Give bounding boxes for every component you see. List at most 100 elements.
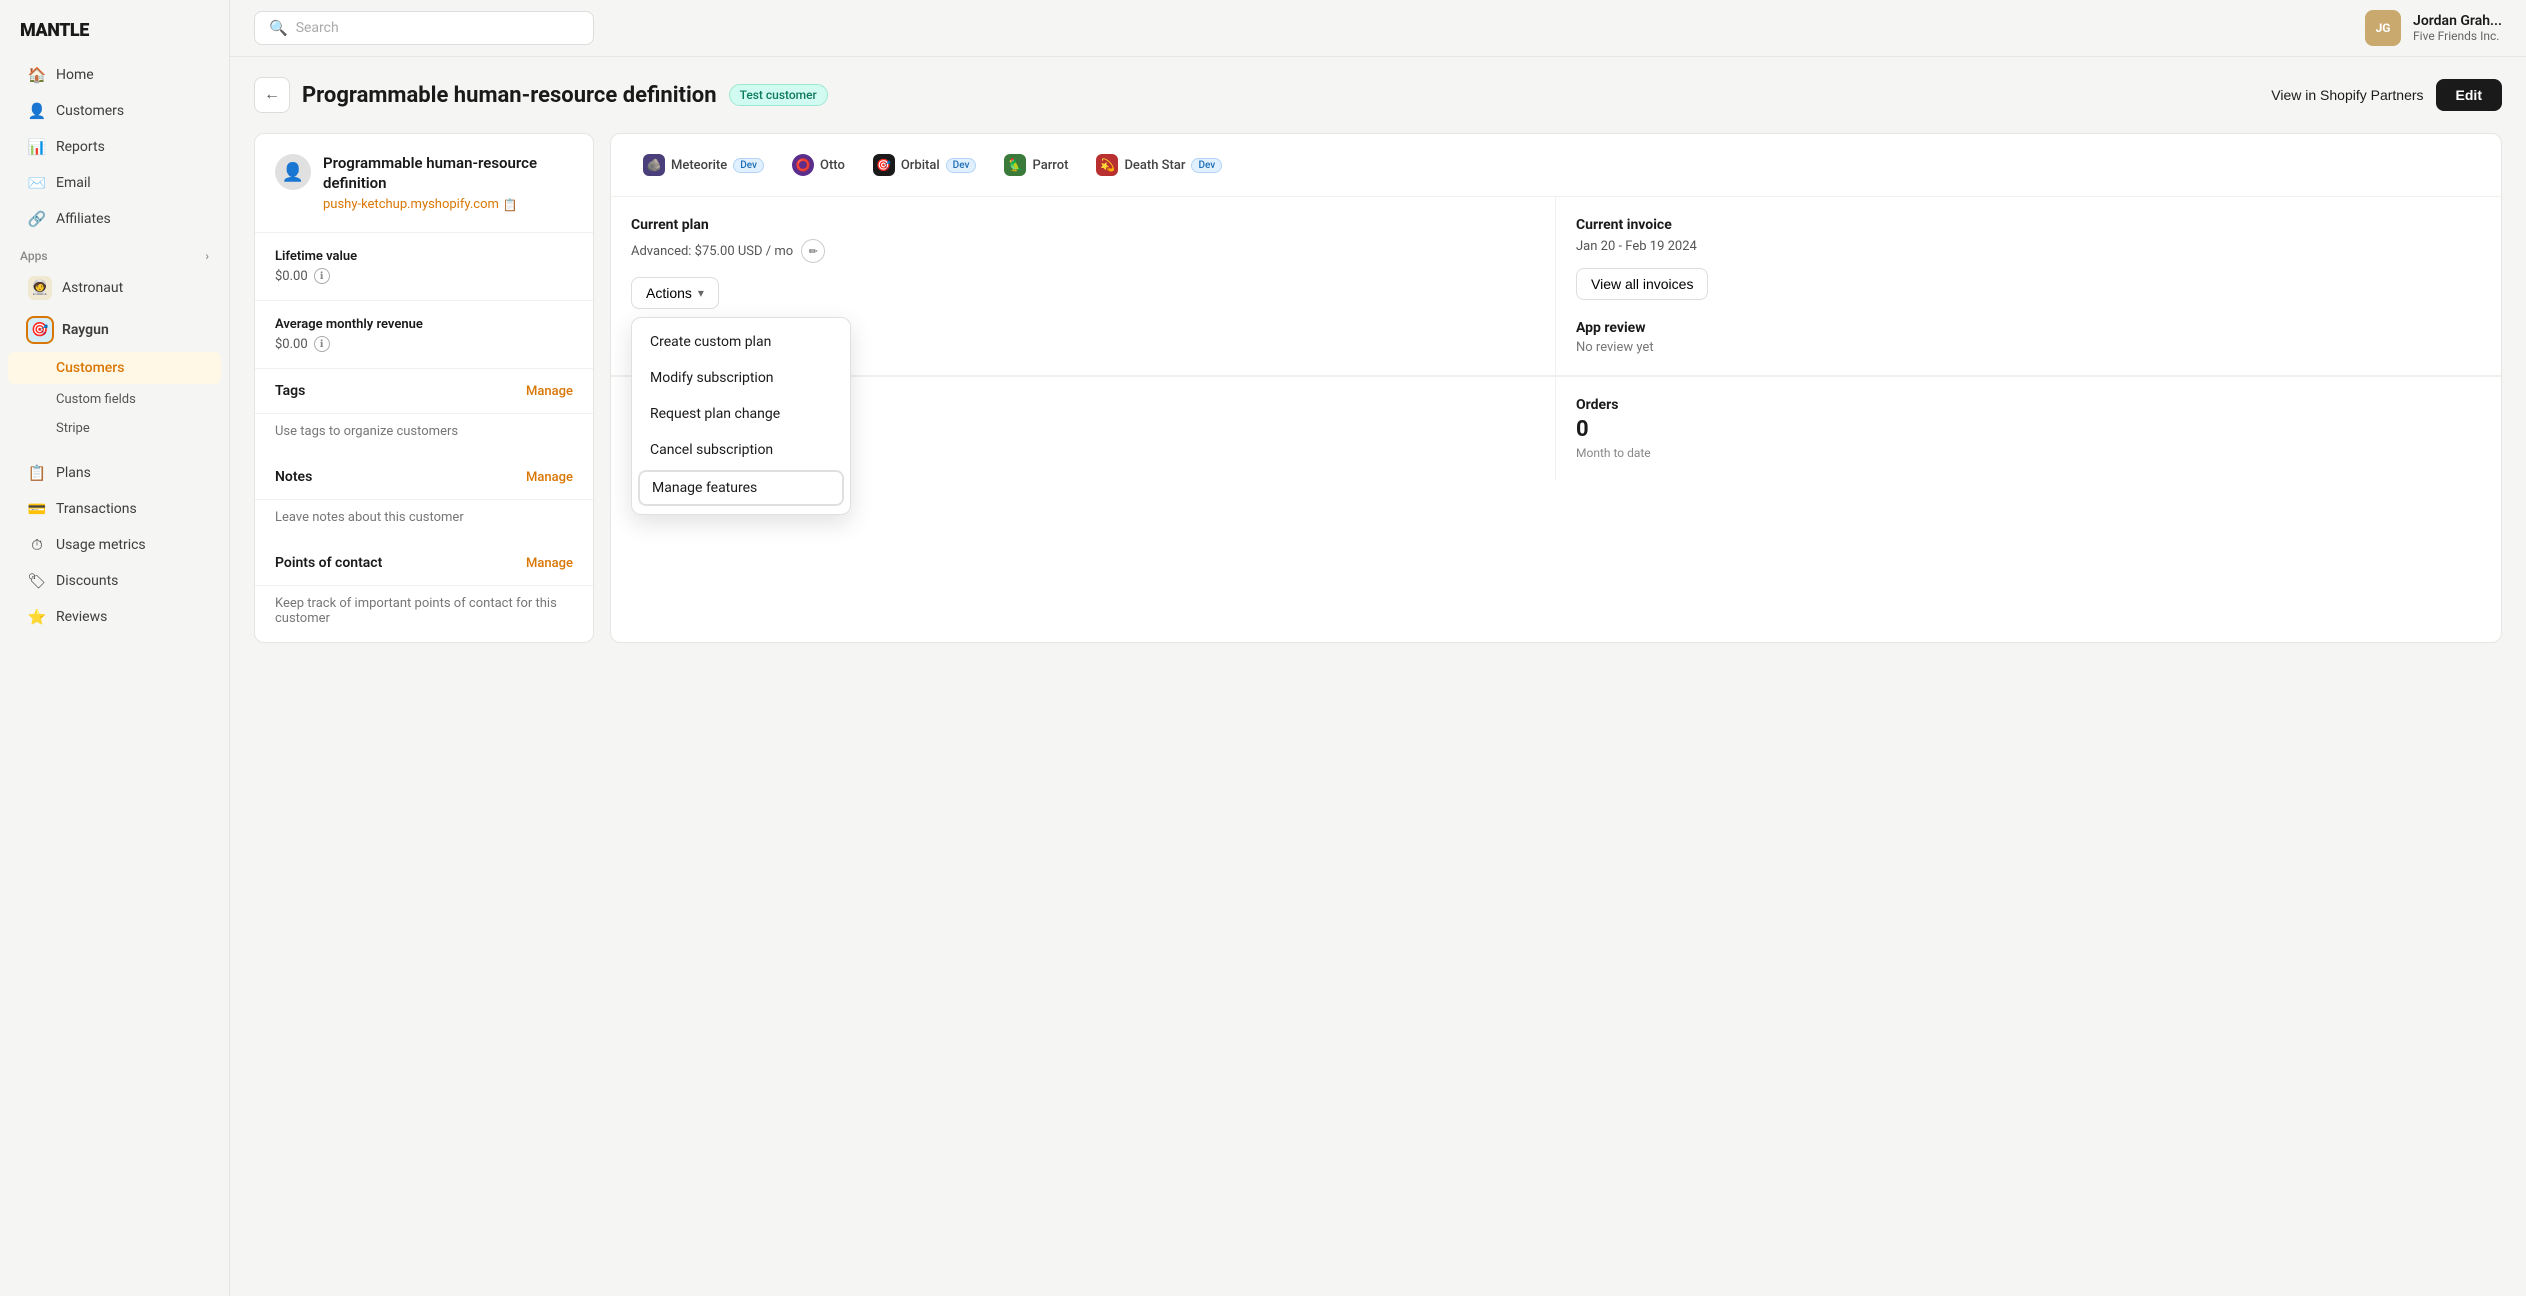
test-customer-badge: Test customer	[729, 84, 828, 106]
sidebar-home-label: Home	[56, 67, 94, 83]
plan-actions: Actions ▾ Create custom plan Modify subs…	[631, 277, 1535, 309]
otto-tab-icon: ⭕	[792, 154, 814, 176]
lifetime-value-section: Lifetime value $0.00 ℹ	[255, 233, 593, 301]
meteorite-badge: Dev	[733, 158, 764, 173]
customers-icon: 👤	[28, 102, 46, 120]
search-icon: 🔍	[269, 19, 288, 37]
sidebar-item-reviews[interactable]: ⭐ Reviews	[8, 600, 221, 634]
page-title: Programmable human-resource definition	[302, 83, 717, 108]
sidebar-item-reports[interactable]: 📊 Reports	[8, 130, 221, 164]
sidebar-item-customers-active[interactable]: Customers	[8, 352, 221, 384]
dropdown-request-change[interactable]: Request plan change	[632, 396, 850, 432]
sidebar-email-label: Email	[56, 175, 91, 191]
main-area: 🔍 Search JG Jordan Grah... Five Friends …	[230, 0, 2526, 1296]
meteorite-tab-label: Meteorite	[671, 158, 727, 173]
parrot-tab-icon: 🦜	[1004, 154, 1026, 176]
sidebar-item-custom-fields[interactable]: Custom fields	[8, 386, 221, 413]
avatar: JG	[2365, 10, 2401, 46]
sidebar-item-usage-metrics[interactable]: ⏱ Usage metrics	[8, 528, 221, 562]
page-header: ← Programmable human-resource definition…	[254, 77, 2502, 113]
sidebar-item-plans[interactable]: 📋 Plans	[8, 456, 221, 490]
notes-label: Notes	[275, 469, 312, 485]
plans-icon: 📋	[28, 464, 46, 482]
tab-meteorite[interactable]: 🪨 Meteorite Dev	[631, 148, 776, 182]
search-box[interactable]: 🔍 Search	[254, 11, 594, 45]
deathstar-badge: Dev	[1191, 158, 1222, 173]
edit-button[interactable]: Edit	[2436, 79, 2502, 111]
tags-label: Tags	[275, 383, 305, 399]
orders-metric: Orders 0 Month to date	[1556, 377, 2501, 480]
otto-tab-label: Otto	[820, 158, 845, 173]
usage-metrics-icon: ⏱	[28, 536, 46, 554]
actions-chevron-icon: ▾	[698, 286, 704, 300]
invoice-date-range: Jan 20 - Feb 19 2024	[1576, 239, 2481, 254]
actions-button[interactable]: Actions ▾	[631, 277, 719, 309]
parrot-tab-label: Parrot	[1032, 158, 1068, 173]
reports-icon: 📊	[28, 138, 46, 156]
app-tabs: 🪨 Meteorite Dev ⭕ Otto 🎯 Orbital Dev	[611, 134, 2501, 197]
sidebar-item-stripe[interactable]: Stripe	[8, 415, 221, 442]
deathstar-tab-icon: 💫	[1096, 154, 1118, 176]
tab-parrot[interactable]: 🦜 Parrot	[992, 148, 1080, 182]
deathstar-tab-label: Death Star	[1124, 158, 1185, 173]
email-icon: ✉️	[28, 174, 46, 192]
dropdown-create-custom[interactable]: Create custom plan	[632, 324, 850, 360]
app-review-container: App review No review yet	[1576, 320, 2481, 355]
stripe-label: Stripe	[56, 421, 90, 436]
copy-icon: 📋	[503, 198, 518, 212]
notes-body: Leave notes about this customer	[255, 500, 593, 541]
orders-label: Orders	[1576, 397, 2481, 413]
sidebar-item-affiliates[interactable]: 🔗 Affiliates	[8, 202, 221, 236]
view-all-invoices-button[interactable]: View all invoices	[1576, 268, 1708, 300]
sidebar-item-customers-top[interactable]: 👤 Customers	[8, 94, 221, 128]
metrics-grid: Revenue Month to date Orders 0 Month to …	[611, 376, 2501, 480]
poc-body: Keep track of important points of contac…	[255, 586, 593, 642]
current-plan-label: Current plan	[631, 217, 1535, 233]
search-placeholder: Search	[296, 20, 339, 36]
dropdown-cancel-sub[interactable]: Cancel subscription	[632, 432, 850, 468]
view-shopify-button[interactable]: View in Shopify Partners	[2271, 87, 2423, 103]
raygun-icon: 🎯	[28, 318, 52, 342]
notes-manage-link[interactable]: Manage	[526, 470, 573, 485]
tags-manage-link[interactable]: Manage	[526, 384, 573, 399]
two-col-layout: 👤 Programmable human-resource definition…	[254, 133, 2502, 643]
sidebar-item-raygun[interactable]: 🎯 Raygun	[8, 310, 221, 350]
avg-monthly-info-icon[interactable]: ℹ	[314, 336, 330, 352]
tab-otto[interactable]: ⭕ Otto	[780, 148, 857, 182]
reviews-icon: ⭐	[28, 608, 46, 626]
shop-url-link[interactable]: pushy-ketchup.myshopify.com 📋	[323, 197, 573, 212]
customer-avatar: 👤	[275, 154, 311, 190]
back-button[interactable]: ←	[254, 77, 290, 113]
dropdown-manage-features[interactable]: Manage features	[638, 470, 844, 506]
edit-plan-icon[interactable]: ✏	[801, 239, 825, 263]
lifetime-value-label: Lifetime value	[275, 249, 573, 264]
poc-header: Points of contact Manage	[255, 541, 593, 586]
poc-manage-link[interactable]: Manage	[526, 556, 573, 571]
avg-monthly-label: Average monthly revenue	[275, 317, 573, 332]
orders-sub: Month to date	[1576, 446, 2481, 460]
meteorite-tab-icon: 🪨	[643, 154, 665, 176]
plan-invoice-grid: Current plan Advanced: $75.00 USD / mo ✏…	[611, 197, 2501, 376]
customer-info-card: 👤 Programmable human-resource definition…	[254, 133, 594, 643]
tags-section: Tags Manage Use tags to organize custome…	[255, 369, 593, 455]
app-detail-card: 🪨 Meteorite Dev ⭕ Otto 🎯 Orbital Dev	[610, 133, 2502, 643]
dropdown-modify-sub[interactable]: Modify subscription	[632, 360, 850, 396]
sidebar-item-astronaut[interactable]: 🧑‍🚀 Astronaut	[8, 268, 221, 308]
sidebar-item-transactions[interactable]: 💳 Transactions	[8, 492, 221, 526]
tab-orbital[interactable]: 🎯 Orbital Dev	[861, 148, 989, 182]
user-info: Jordan Grah... Five Friends Inc.	[2413, 13, 2502, 43]
actions-label: Actions	[646, 285, 692, 301]
orders-value: 0	[1576, 417, 2481, 442]
sidebar-item-discounts[interactable]: 🏷 Discounts	[8, 564, 221, 598]
customers-sub-label: Customers	[56, 360, 124, 376]
current-invoice-label: Current invoice	[1576, 217, 2481, 233]
sidebar-item-email[interactable]: ✉️ Email	[8, 166, 221, 200]
tags-header: Tags Manage	[255, 369, 593, 414]
user-company: Five Friends Inc.	[2413, 29, 2502, 43]
sidebar: MANTLE 🏠 Home 👤 Customers 📊 Reports ✉️ E…	[0, 0, 230, 1296]
current-invoice-section: Current invoice Jan 20 - Feb 19 2024 Vie…	[1556, 197, 2501, 375]
home-icon: 🏠	[28, 66, 46, 84]
sidebar-item-home[interactable]: 🏠 Home	[8, 58, 221, 92]
tab-deathstar[interactable]: 💫 Death Star Dev	[1084, 148, 1234, 182]
lifetime-value-info-icon[interactable]: ℹ	[314, 268, 330, 284]
